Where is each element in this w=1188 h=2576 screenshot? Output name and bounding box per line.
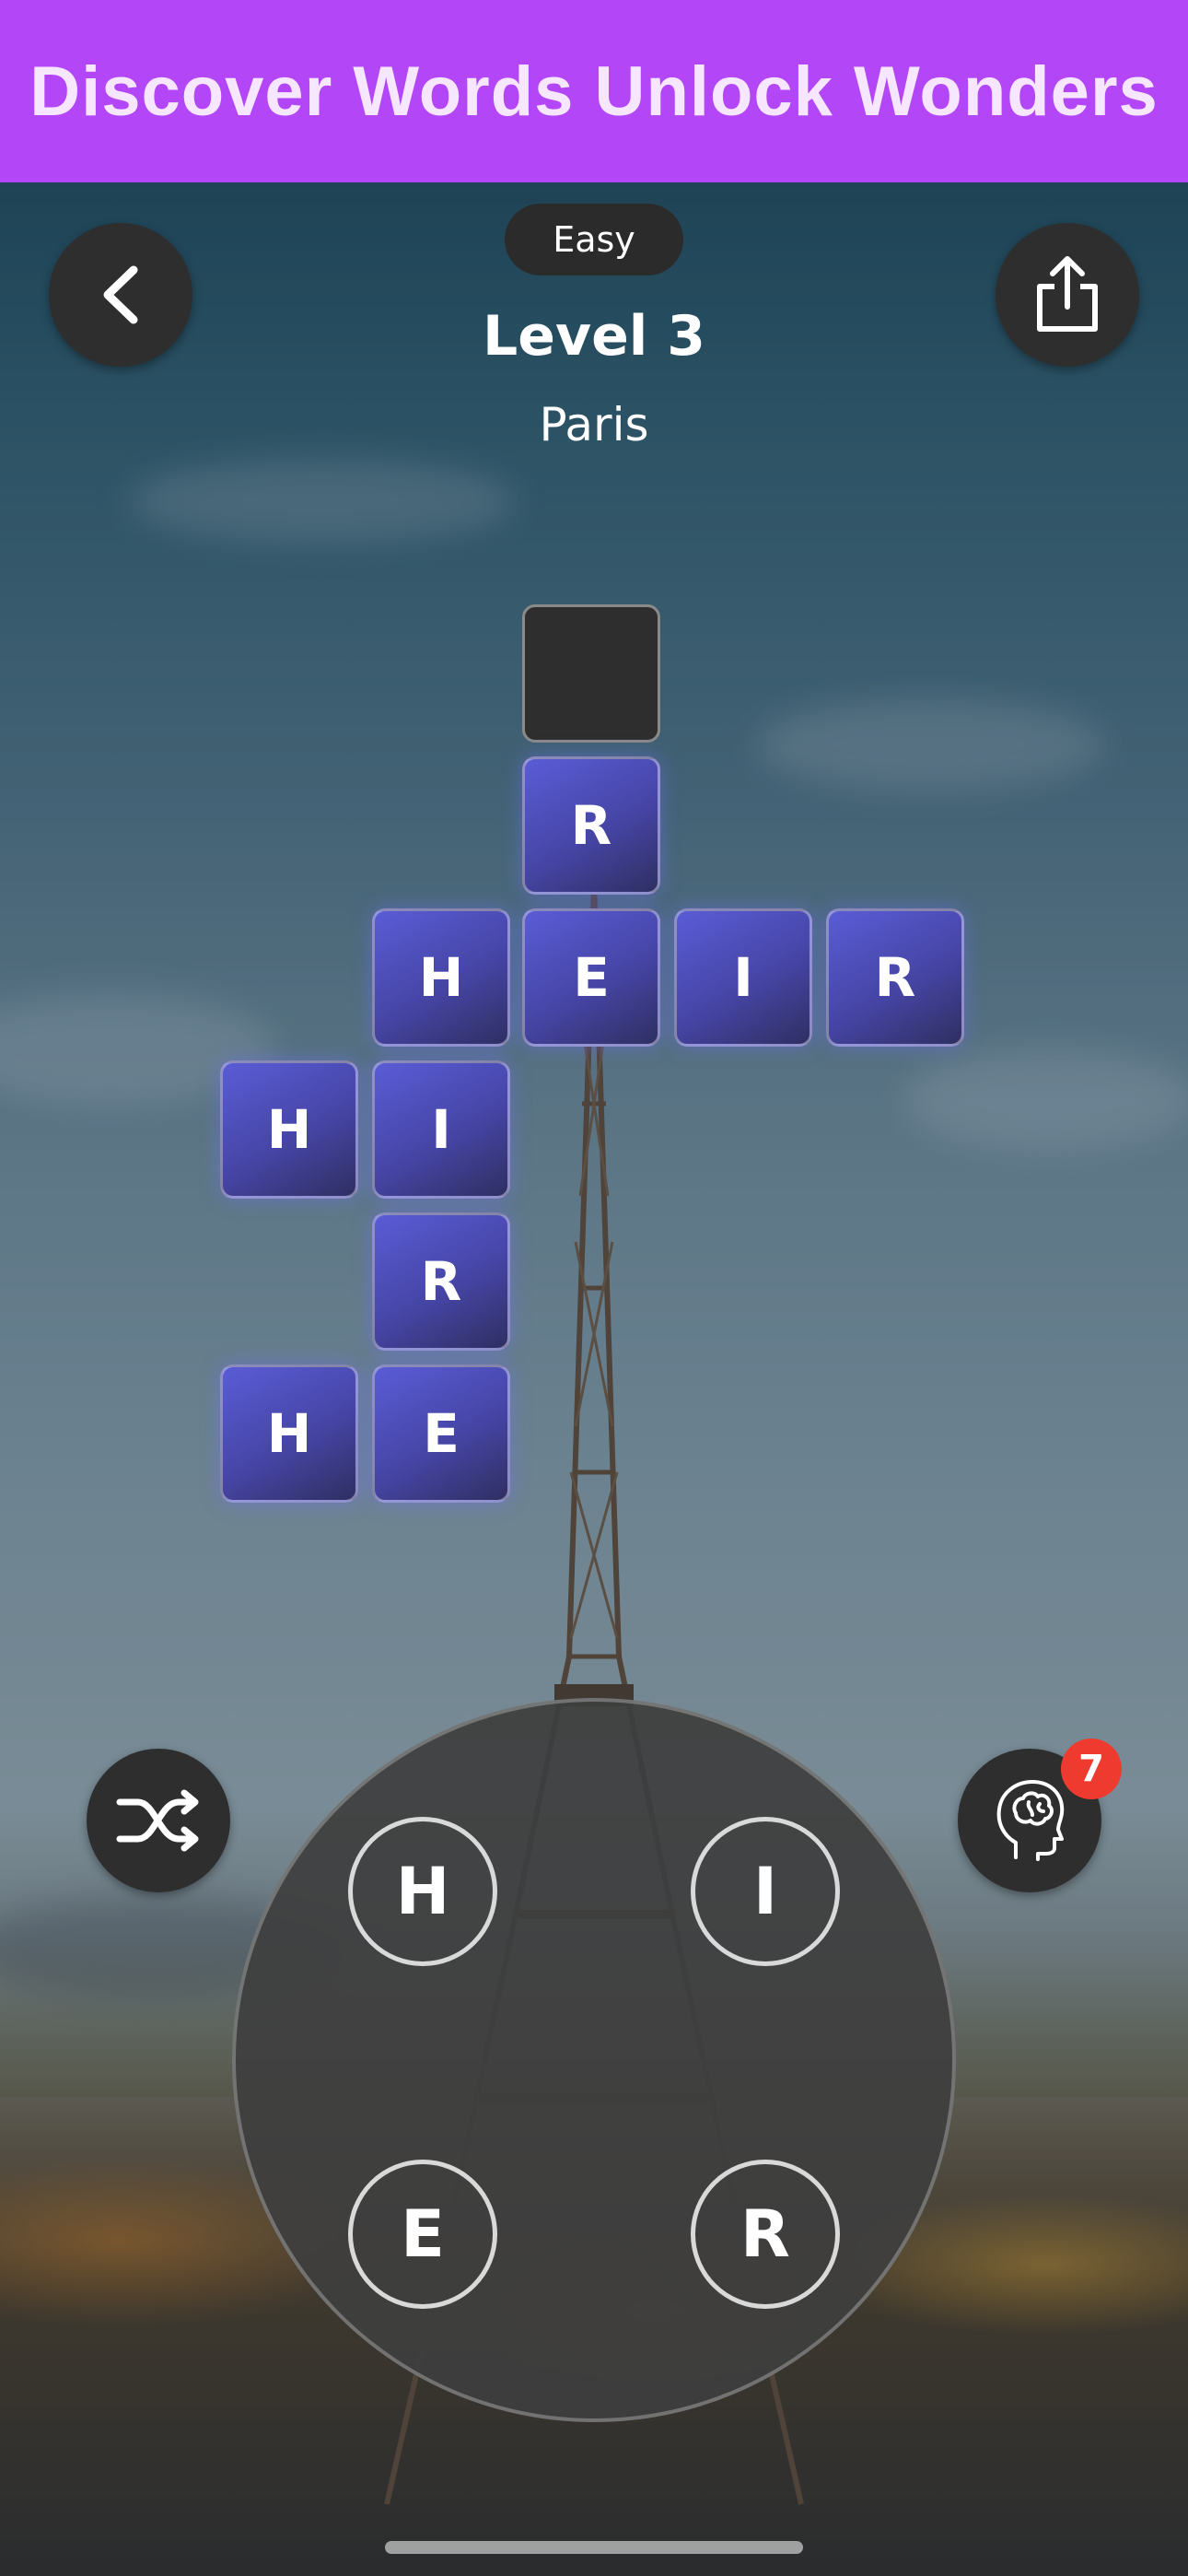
level-title: Level 3	[483, 304, 705, 369]
crossword-tile: I	[372, 1060, 510, 1199]
crossword-tile: R	[826, 908, 964, 1047]
wheel-letter[interactable]: R	[691, 2160, 840, 2309]
shuffle-button[interactable]	[87, 1749, 230, 1892]
shuffle-icon	[116, 1789, 199, 1852]
crossword-tile: R	[372, 1212, 510, 1351]
home-indicator[interactable]	[385, 2541, 803, 2554]
letter-wheel[interactable]	[232, 1698, 956, 2422]
hint-count-badge: 7	[1061, 1739, 1122, 1799]
crossword-tile: H	[220, 1060, 358, 1199]
crossword-tile: H	[220, 1364, 358, 1503]
banner-text: Discover Words Unlock Wonders	[29, 52, 1159, 131]
brain-head-icon	[996, 1780, 1065, 1861]
wheel-letter[interactable]: E	[348, 2160, 497, 2309]
crossword-tile: H	[372, 908, 510, 1047]
difficulty-badge: Easy	[505, 204, 683, 275]
crossword-tile: E	[522, 908, 660, 1047]
wheel-letter[interactable]: H	[348, 1817, 497, 1966]
crossword-tile: I	[674, 908, 812, 1047]
game-screen: Discover Words Unlock Wonders Easy Level…	[0, 0, 1188, 2576]
promo-banner: Discover Words Unlock Wonders	[0, 0, 1188, 182]
crossword-tile: E	[372, 1364, 510, 1503]
back-button[interactable]	[49, 223, 192, 367]
share-icon	[1037, 256, 1098, 332]
crossword-tile-empty	[522, 604, 660, 743]
chevron-left-icon	[103, 265, 138, 324]
wheel-letter[interactable]: I	[691, 1817, 840, 1966]
level-subtitle: Paris	[539, 398, 649, 451]
crossword-tile: R	[522, 756, 660, 895]
share-button[interactable]	[996, 223, 1139, 367]
